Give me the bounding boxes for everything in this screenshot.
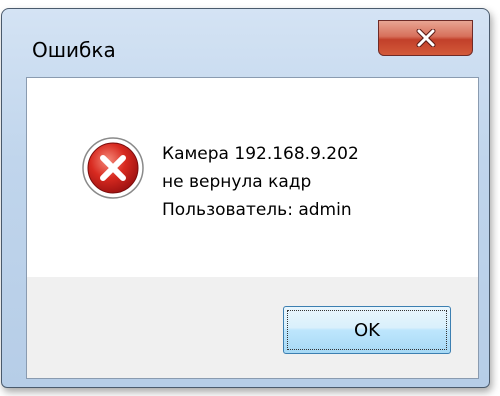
message-area: Камера 192.168.9.202 не вернула кадр Пол…	[27, 78, 478, 277]
error-dialog-window: Ошибка Камера 192.168.9.202 не вернула к…	[1, 8, 490, 388]
error-message: Камера 192.168.9.202 не вернула кадр Пол…	[162, 140, 359, 224]
close-icon	[415, 29, 437, 47]
message-line: Пользователь: admin	[162, 200, 352, 220]
ok-button-label: OK	[354, 319, 380, 341]
error-icon	[81, 136, 145, 200]
ok-button[interactable]: OK	[283, 306, 451, 354]
message-line: Камера 192.168.9.202	[162, 144, 359, 164]
dialog-title: Ошибка	[32, 38, 116, 62]
close-button[interactable]	[378, 20, 473, 56]
message-line: не вернула кадр	[162, 172, 312, 192]
dialog-body: Камера 192.168.9.202 не вернула кадр Пол…	[26, 77, 479, 379]
title-bar[interactable]: Ошибка	[2, 9, 489, 77]
